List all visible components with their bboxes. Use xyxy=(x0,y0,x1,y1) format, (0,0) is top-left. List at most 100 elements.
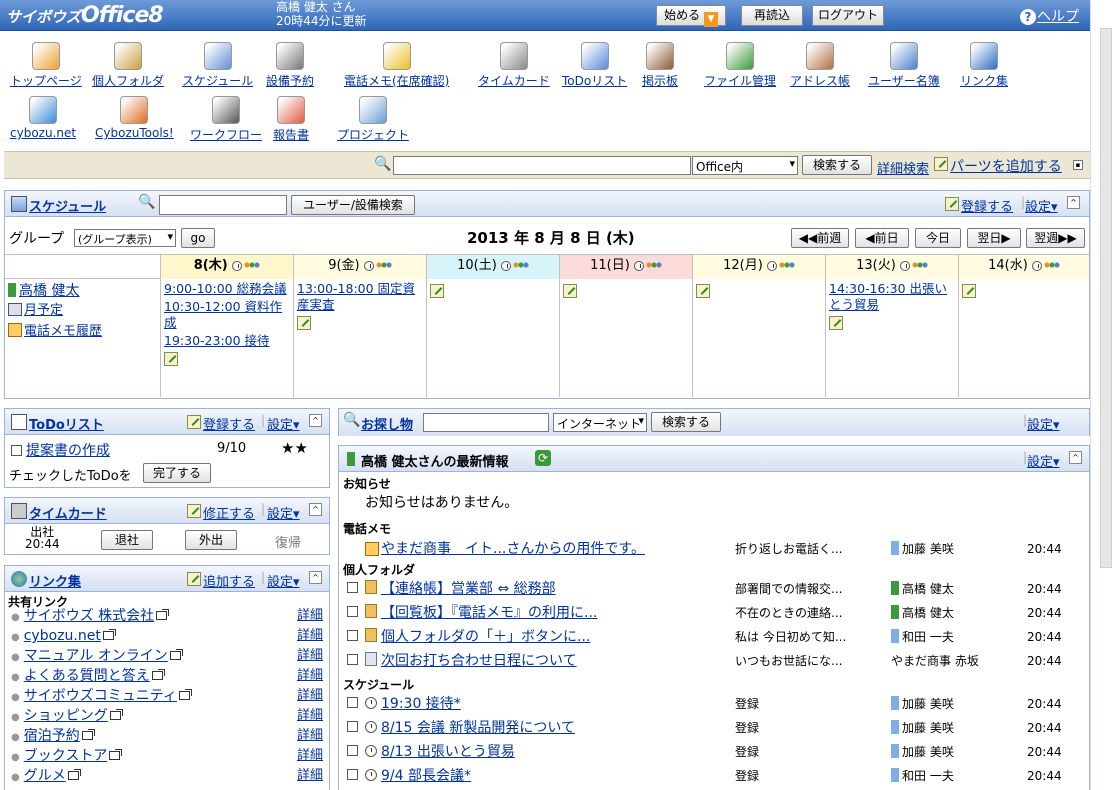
link-title[interactable]: cybozu.net xyxy=(24,628,101,644)
search-input[interactable] xyxy=(393,156,691,175)
event-link[interactable]: 9:00-10:00 総務会議 xyxy=(164,281,287,296)
app-bulletin[interactable]: 掲示板 xyxy=(642,42,678,89)
folder-link[interactable]: 【連絡帳】営業部 ⇔ 総務部 xyxy=(381,577,556,601)
add-parts-link[interactable]: パーツを追加する xyxy=(950,156,1062,176)
scroll-thumb[interactable] xyxy=(1100,28,1112,568)
month-plan-link[interactable]: 月予定 xyxy=(24,303,63,318)
link-title[interactable]: ブックストア xyxy=(24,748,108,764)
finder-settings-link[interactable]: 設定▾ xyxy=(1027,414,1060,433)
schedule-checkbox[interactable] xyxy=(347,745,358,756)
external-window-icon[interactable] xyxy=(102,629,116,640)
event-link[interactable]: 19:30-23:00 接待 xyxy=(164,333,270,348)
link-title[interactable]: マニュアル オンライン xyxy=(24,648,168,664)
folder-link[interactable]: 【回覧板】『電話メモ』の利用に... xyxy=(381,601,597,625)
collapse-icon[interactable]: ^ xyxy=(1069,451,1082,464)
links-add-link[interactable]: 追加する xyxy=(203,571,255,590)
day-header[interactable]: 8(木) xyxy=(160,255,293,279)
app-equipment[interactable]: 設備予約 xyxy=(266,42,314,89)
link-detail[interactable]: 詳細 xyxy=(297,606,323,626)
link-detail[interactable]: 詳細 xyxy=(297,626,323,646)
schedule-checkbox[interactable] xyxy=(347,697,358,708)
day-cell[interactable]: 14:30-16:30 出張いとう貿易 xyxy=(825,279,958,397)
app-calendar[interactable]: スケジュール xyxy=(182,42,253,89)
go-button[interactable]: go xyxy=(181,228,215,248)
add-event-icon[interactable] xyxy=(696,284,710,298)
finder-search-button[interactable]: 検索する xyxy=(651,412,721,432)
link-detail[interactable]: 詳細 xyxy=(297,666,323,686)
external-window-icon[interactable] xyxy=(156,609,170,620)
timecard-settings-link[interactable]: 設定▾ xyxy=(267,503,300,522)
page-scrollbar[interactable] xyxy=(1090,0,1116,790)
search-scope-select[interactable]: Office内 xyxy=(692,156,798,175)
prev-day-button[interactable]: ◀前日 xyxy=(855,228,909,248)
app-report[interactable]: 報告書 xyxy=(273,96,309,143)
help-link[interactable]: ? ヘルプ xyxy=(1020,6,1079,26)
todo-title[interactable]: ToDoリスト xyxy=(29,414,104,433)
folder-link[interactable]: 次回お打ち合わせ日程について xyxy=(381,649,577,673)
todo-register-link[interactable]: 登録する xyxy=(203,414,255,433)
link-title[interactable]: サイボウズコミュニティ xyxy=(24,688,177,704)
collapse-icon[interactable]: ^ xyxy=(309,414,322,427)
today-button[interactable]: 今日 xyxy=(915,228,961,248)
start-button[interactable]: 始める ▼ xyxy=(656,5,726,27)
add-event-icon[interactable] xyxy=(430,284,444,298)
app-stamp[interactable]: ワークフロー xyxy=(190,96,262,143)
schedule-checkbox[interactable] xyxy=(347,721,358,732)
app-todo[interactable]: ToDoリスト xyxy=(562,42,627,89)
finder-title[interactable]: お探し物 xyxy=(361,414,413,433)
app-speech-bubble[interactable]: cybozu.net xyxy=(10,96,76,140)
link-title[interactable]: グルメ xyxy=(24,768,66,784)
day-cell[interactable]: 9:00-10:00 総務会議 10:30-12:00 資料作成 19:30-23:… xyxy=(160,279,293,397)
away-button[interactable]: 外出 xyxy=(185,530,237,550)
external-window-icon[interactable] xyxy=(81,729,95,740)
add-event-icon[interactable] xyxy=(297,316,311,330)
finder-scope-select[interactable]: インターネット xyxy=(553,413,647,432)
folder-checkbox[interactable] xyxy=(347,630,358,641)
group-select[interactable]: (グループ表示) xyxy=(74,229,176,247)
day-cell[interactable] xyxy=(692,279,825,397)
collapse-icon[interactable]: ▪ xyxy=(1073,160,1083,170)
folder-link[interactable]: 個人フォルダの「＋」ボタンに... xyxy=(381,625,590,649)
app-project[interactable]: プロジェクト xyxy=(337,96,409,143)
app-house[interactable]: トップページ xyxy=(10,42,82,89)
logout-button[interactable]: ログアウト xyxy=(812,5,884,26)
folder-checkbox[interactable] xyxy=(347,606,358,617)
day-cell[interactable] xyxy=(426,279,559,397)
user-equipment-search-button[interactable]: ユーザー/設備検索 xyxy=(291,195,415,215)
user-link[interactable]: 高橋 健太 xyxy=(19,283,79,299)
day-cell[interactable]: 13:00-18:00 固定資産実査 xyxy=(293,279,426,397)
day-cell[interactable] xyxy=(958,279,1089,397)
todo-item-link[interactable]: 提案書の作成 xyxy=(26,443,110,459)
external-window-icon[interactable] xyxy=(109,749,123,760)
link-detail[interactable]: 詳細 xyxy=(297,646,323,666)
schedule-search-input[interactable] xyxy=(159,195,287,215)
schedule-register-link[interactable]: 登録する xyxy=(961,196,1013,215)
reload-button[interactable]: 再読込 xyxy=(741,5,803,26)
app-user-list[interactable]: ユーザー名簿 xyxy=(868,42,940,89)
external-window-icon[interactable] xyxy=(169,649,183,660)
collapse-icon[interactable]: ^ xyxy=(309,571,322,584)
todo-checkbox[interactable] xyxy=(11,445,22,456)
phone-history-link[interactable]: 電話メモ履歴 xyxy=(24,324,102,339)
folder-checkbox[interactable] xyxy=(347,582,358,593)
event-link[interactable]: 14:30-16:30 出張いとう貿易 xyxy=(829,281,947,312)
link-detail[interactable]: 詳細 xyxy=(297,686,323,706)
collapse-icon[interactable]: ^ xyxy=(309,503,322,516)
external-window-icon[interactable] xyxy=(151,669,165,680)
external-window-icon[interactable] xyxy=(109,709,123,720)
timecard-title[interactable]: タイムカード xyxy=(29,503,107,522)
cybozu-logo[interactable]: サイボウズOffice8 xyxy=(6,3,164,28)
app-phone-memo[interactable]: 電話メモ(在席確認) xyxy=(344,42,449,89)
app-file[interactable]: ファイル管理 xyxy=(704,42,776,89)
clock-out-button[interactable]: 退社 xyxy=(101,530,153,550)
news-settings-link[interactable]: 設定▾ xyxy=(1027,451,1060,470)
link-detail[interactable]: 詳細 xyxy=(297,746,323,766)
day-header[interactable]: 12(月) xyxy=(692,255,825,279)
app-tools[interactable]: CybozuTools! xyxy=(95,96,174,140)
todo-settings-link[interactable]: 設定▾ xyxy=(267,414,300,433)
app-timecard[interactable]: タイムカード xyxy=(478,42,550,89)
day-header[interactable]: 9(金) xyxy=(293,255,426,279)
link-title[interactable]: サイボウズ 株式会社 xyxy=(24,608,154,624)
complete-button[interactable]: 完了する xyxy=(143,463,211,483)
link-detail[interactable]: 詳細 xyxy=(297,706,323,726)
